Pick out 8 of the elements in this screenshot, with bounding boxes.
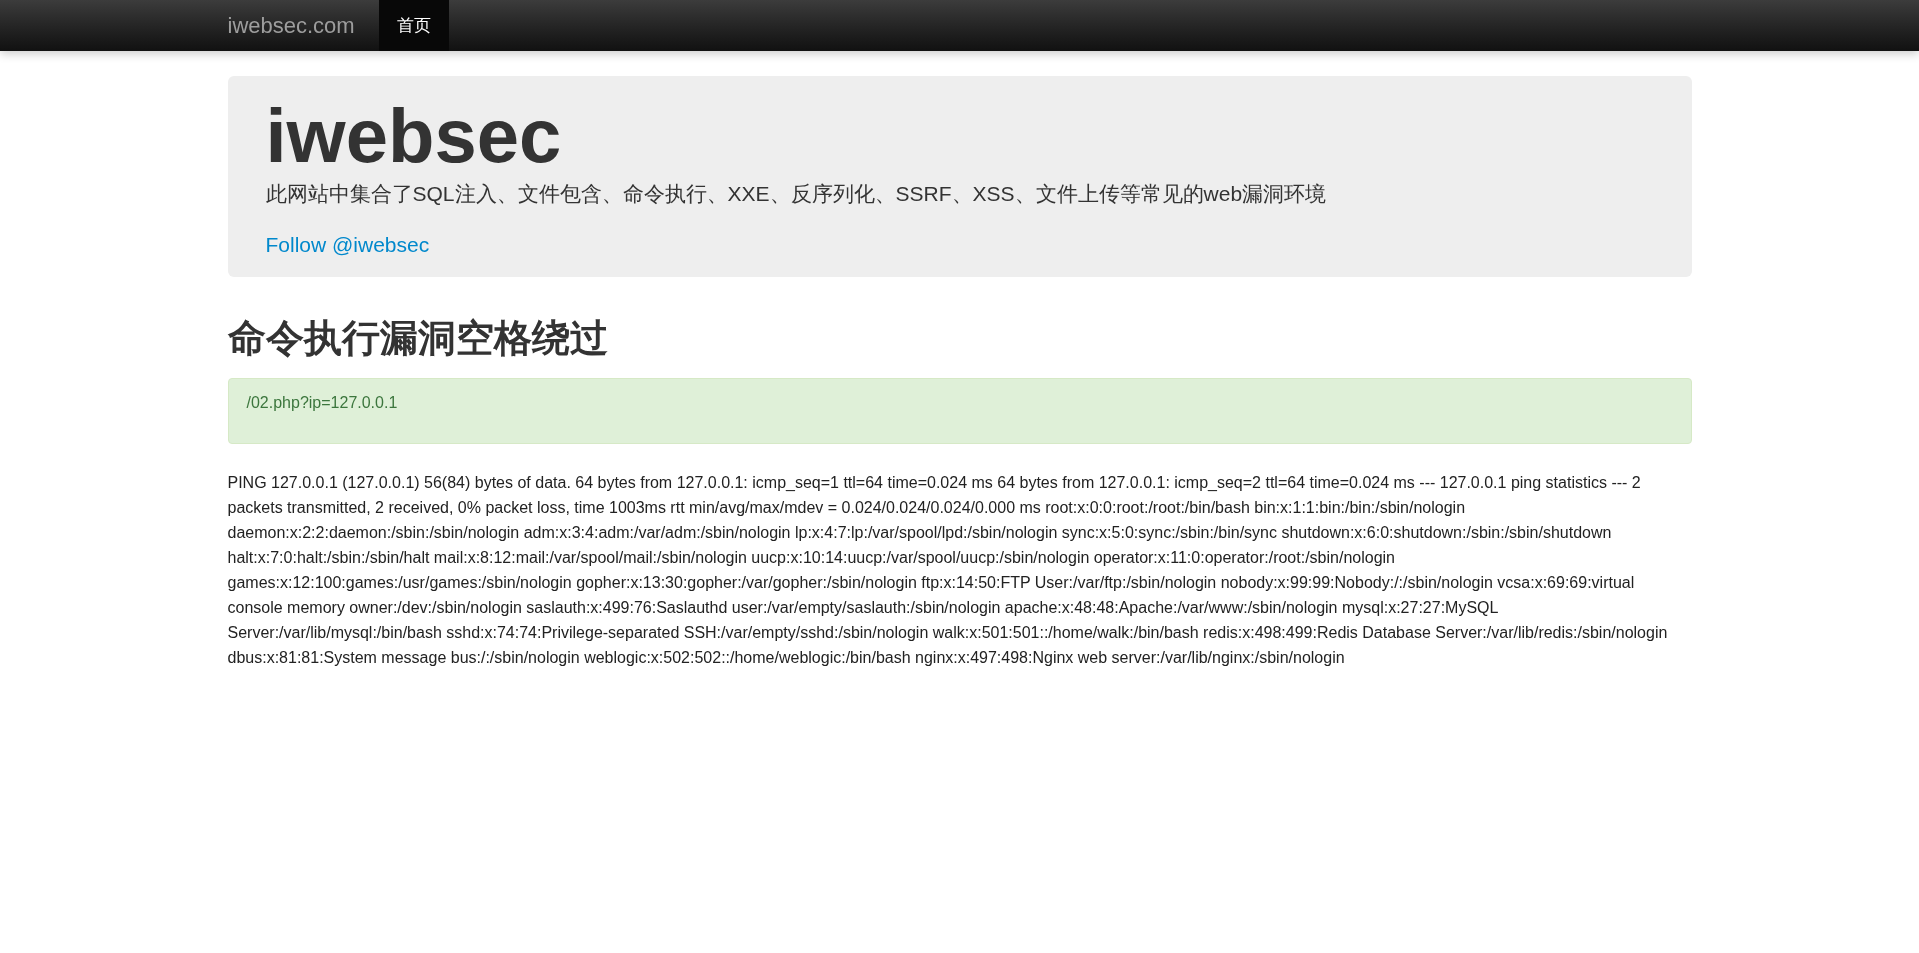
brand-link[interactable]: iwebsec.com bbox=[227, 0, 379, 51]
url-alert: /02.php?ip=127.0.0.1 bbox=[227, 378, 1692, 445]
site-title: iwebsec bbox=[265, 96, 563, 176]
page-heading: 命令执行漏洞空格绕过 bbox=[227, 315, 609, 361]
follow-link[interactable]: Follow @iwebsec bbox=[265, 229, 430, 261]
site-description: 此网站中集合了SQL注入、文件包含、命令执行、XXE、反序列化、SSRF、XSS、文件上传等常见的web漏洞环境 bbox=[265, 180, 1328, 207]
nav-link[interactable]: 首页 bbox=[378, 0, 449, 51]
command-output: PING 127.0.0.1 (127.0.0.1) 56(84) bytes of data. 64 bytes from 127.0.0.1: icmp_seq=1 ttl=64 time=0.024 ms 64 bytes from 127.0.0.1: icmp_seq=2 ttl=64 time=0.024 ms --- 127.0.0.1 ping statistics --- 2 packets transmitted, 2 received, 0% packet loss, time 1003ms rtt min/avg/max/mdev = 0.024/0.024/0.024/0.000 ms root:x:0:0:root:/root:/bin/bash bin:x:1:1:bin:/bin:/sbin/nologin daemon:x:2:2:daemon:/sbin:/sbin/nologin adm:x:3:4:adm:/var/adm:/sbin/nologin lp:x:4:7:lp:/var/spool/lpd:/sbin/nologin sync:x:5:0:sync:/sbin:/bin/sync shutdown:x:6:0:shutdown:/sbin:/sbin/shutdown halt:x:7:0:halt:/sbin:/sbin/halt mail:x:8:12:mail:/var/spool/mail:/sbin/nologin uucp:x:10:14:uucp:/var/spool/uucp:/sbin/nologin operator:x:11:0:operator:/root:/sbin/nologin games:x:12:100:games:/usr/games:/sbin/nologin gopher:x:13:30:gopher:/var/gopher:/sbin/nologin ftp:x:14:50:FTP User:/var/ftp:/sbin/nologin nobody:x:99:99:Nobody:/:/sbin/nologin vcsa:x:69:69:virtual console memory owner:/dev:/sbin/nologin saslauth:x:499:76:Saslauthd user:/var/empty/saslauth:/sbin/nologin apache:x:48:48:Apache:/var/www:/sbin/nologin mysql:x:27:27:MySQL Server:/var/lib/mysql:/bin/bash sshd:x:74:74:Privilege-separated SSH:/var/empty/sshd:/sbin/nologin walk:x:501:501::/home/walk:/bin/bash redis:x:498:499:Redis Database Server:/var/lib/redis:/sbin/nologin dbus:x:81:81:System message bus:/:/sbin/nologin weblogic:x:502:502::/home/weblogic:/bin/bash nginx:x:497:498:Nginx web server:/var/lib/nginx:/sbin/nologin bbox=[227, 473, 1669, 669]
